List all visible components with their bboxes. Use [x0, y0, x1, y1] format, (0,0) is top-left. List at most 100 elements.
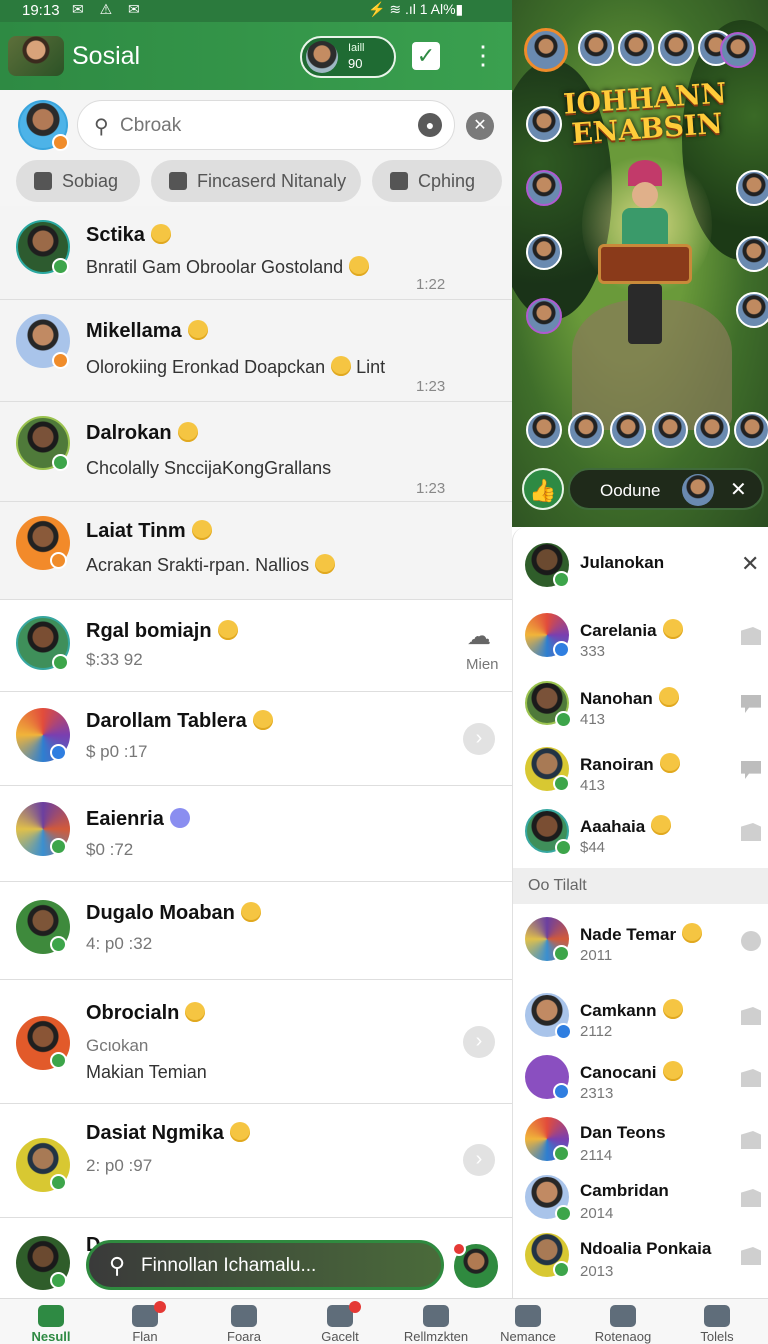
chat-preview-tail: Lint — [356, 357, 386, 377]
flag-icon[interactable] — [741, 761, 761, 779]
chat-row[interactable]: Obrocialn Gcιokan Makian Temian › — [0, 980, 512, 1104]
friend-row[interactable]: Julanokan — [513, 539, 768, 603]
friend-row[interactable]: Nade Temar 2011 — [513, 913, 768, 977]
avatar — [525, 1117, 570, 1162]
player-avatar[interactable] — [652, 412, 688, 448]
chat-name: Mikellama — [86, 320, 208, 343]
friend-row[interactable]: Dan Teons 2114 — [513, 1113, 768, 1177]
chat-row[interactable]: Darollam Tablera $ p0 :17 › — [0, 692, 512, 786]
chat-row[interactable]: Sctika Bnratil Gam Obroolar Gostoland 1:… — [0, 206, 512, 300]
floating-search-bar[interactable]: ⚲ Finnollan Ichamalu... — [86, 1240, 444, 1290]
check-circle-icon[interactable] — [741, 931, 761, 951]
my-avatar[interactable] — [18, 100, 69, 151]
friend-row[interactable]: Nanohan 413 — [513, 677, 768, 741]
search-icon — [231, 1305, 257, 1327]
filter-icon[interactable]: ✕ — [466, 112, 494, 140]
chip-label: Cphing — [418, 171, 476, 191]
friend-row[interactable]: Ranoiran 413 — [513, 743, 768, 807]
chat-row[interactable]: Rgal bomiajn $:33 92 ☁ Mien — [0, 600, 512, 692]
chat-row[interactable]: Laiat Tinm Acrakan Srakti-rpan. Nallios — [0, 502, 512, 600]
status-badge — [50, 552, 67, 569]
friend-name-text: Nanohan — [580, 689, 653, 708]
chat-row[interactable]: Dasiat Ngmika 2: p0 :97 › — [0, 1104, 512, 1218]
chip-cphing[interactable]: Cphing — [372, 160, 502, 202]
game-panel[interactable]: IOHHANN ENABSIN 👍 Oodune ✕ — [512, 0, 768, 527]
player-avatar[interactable] — [568, 412, 604, 448]
chevron-right-icon[interactable]: › — [463, 1144, 495, 1176]
chip-fincaserd[interactable]: Fincaserd Nitanaly — [151, 160, 361, 202]
nav-tolels[interactable]: Tolels — [670, 1299, 764, 1344]
chat-list: Sctika Bnratil Gam Obroolar Gostoland 1:… — [0, 206, 512, 1298]
chip-sobiag[interactable]: Sobiag — [16, 160, 140, 202]
search-box[interactable]: ⚲ ● — [77, 100, 455, 150]
player-avatar[interactable] — [524, 28, 568, 72]
message-icon[interactable] — [741, 823, 761, 841]
player-avatar[interactable] — [736, 170, 768, 206]
player-avatar[interactable] — [720, 32, 756, 68]
player-avatar[interactable] — [526, 170, 562, 206]
notification-icons: ✉ ⚠ ✉ — [72, 1, 146, 17]
section-label: Oo Tilalt — [528, 877, 587, 894]
cloud-icon[interactable]: ☁ — [467, 622, 491, 651]
chevron-right-icon[interactable]: › — [463, 1026, 495, 1058]
player-avatar[interactable] — [526, 234, 562, 270]
chat-row[interactable]: Dalrokan Chcolally SnccijaKongGrallans 1… — [0, 402, 512, 502]
player-avatar[interactable] — [526, 412, 562, 448]
player-avatar[interactable] — [526, 298, 562, 334]
player-avatar[interactable] — [578, 30, 614, 66]
player-avatar[interactable] — [526, 106, 562, 142]
shuffle-icon[interactable]: ✕ — [730, 477, 747, 502]
friend-name: Julanokan — [580, 553, 665, 572]
house-icon — [515, 1305, 541, 1327]
friend-row[interactable]: Carelania 333 — [513, 609, 768, 673]
chat-name-text: Laiat Tinm — [86, 520, 186, 542]
nav-rellmzkten[interactable]: Rellmzkten — [389, 1299, 483, 1344]
search-input[interactable] — [120, 113, 400, 139]
nav-gacelt[interactable]: Gacelt — [293, 1299, 387, 1344]
message-icon[interactable] — [741, 1069, 761, 1087]
smiley-icon — [315, 554, 336, 574]
player-avatar[interactable] — [618, 30, 654, 66]
friend-row[interactable]: Ndoalia Ponkaia 2013 — [513, 1229, 768, 1293]
message-icon[interactable] — [741, 1007, 761, 1025]
nav-home[interactable]: Nesull — [4, 1299, 98, 1344]
treasure-chest — [598, 244, 692, 284]
chat-row[interactable]: Dugalo Moaban 4: p0 :32 — [0, 882, 512, 980]
message-icon[interactable] — [741, 1189, 761, 1207]
message-icon[interactable] — [741, 1247, 761, 1265]
nav-flan[interactable]: Flan — [98, 1299, 192, 1344]
mic-icon[interactable]: ● — [418, 113, 442, 137]
flag-icon[interactable] — [741, 695, 761, 713]
chat-row[interactable]: Eaienria $0 :72 — [0, 786, 512, 882]
friend-row[interactable]: Camkann 2112 — [513, 989, 768, 1053]
chat-row[interactable]: Mikellama Olorokiing Eronkad Doapckan Li… — [0, 300, 512, 402]
nav-search[interactable]: Foara — [197, 1299, 291, 1344]
player-avatar[interactable] — [610, 412, 646, 448]
player-avatar[interactable] — [736, 236, 768, 272]
message-icon[interactable] — [741, 627, 761, 645]
avatar — [525, 543, 570, 588]
floating-avatar-button[interactable] — [452, 1242, 498, 1288]
player-avatar[interactable] — [734, 412, 768, 448]
check-icon[interactable]: ✓ — [412, 42, 440, 70]
smiley-icon — [217, 620, 238, 640]
friend-row[interactable]: Canocani 2313 — [513, 1051, 768, 1115]
friend-row[interactable]: Aaahaia $44 — [513, 805, 768, 869]
more-vert-icon[interactable]: ⋮ — [470, 40, 496, 72]
chevron-right-icon[interactable]: › — [463, 723, 495, 755]
app-logo[interactable] — [8, 36, 64, 76]
player-avatar[interactable] — [736, 292, 768, 328]
avatar — [525, 747, 570, 792]
status-badge — [555, 711, 572, 728]
nav-rotenaog[interactable]: Rotenaog — [576, 1299, 670, 1344]
message-icon[interactable] — [741, 1131, 761, 1149]
friend-name: Camkann — [580, 999, 683, 1021]
profile-pill-label: Iaill — [348, 42, 365, 54]
nav-nemance[interactable]: Nemance — [481, 1299, 575, 1344]
friend-row[interactable]: Cambridan 2014 — [513, 1171, 768, 1235]
player-avatar[interactable] — [694, 412, 730, 448]
profile-pill-button[interactable]: Iaill 90 — [300, 36, 396, 78]
thumbs-up-icon[interactable]: 👍 — [522, 468, 564, 510]
game-status-pill[interactable]: Oodune ✕ — [568, 468, 764, 510]
player-avatar[interactable] — [658, 30, 694, 66]
